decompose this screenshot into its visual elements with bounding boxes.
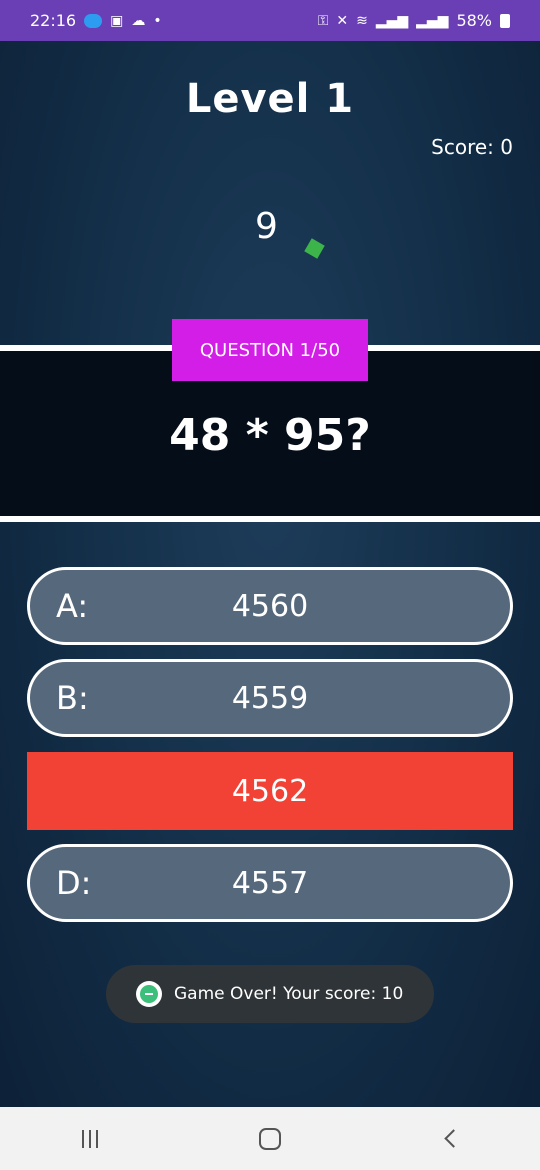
level-title: Level 1 [185,76,355,122]
toast-text: Game Over! Your score: 10 [174,984,404,1004]
signal-icon: ▂▄▆ [416,12,449,29]
answer-button-d[interactable]: D: 4557 [27,844,513,922]
question-counter: QUESTION 1/50 [172,319,368,381]
battery-icon [500,13,510,28]
timer-countdown: 9 [255,206,278,247]
recent-apps-button[interactable] [70,1119,110,1159]
battery-percent: 58% [456,11,492,30]
game-over-toast: Game Over! Your score: 10 [106,965,434,1023]
green-square-shape [304,238,325,259]
answer-value: 4559 [231,680,309,716]
answer-value: 4562 [231,773,309,809]
dot-icon: • [153,12,162,29]
home-icon [259,1127,281,1150]
answer-button-c-wrong[interactable]: 4562 [27,752,513,830]
answer-value: 4560 [231,588,309,624]
status-bar: 22:16 ▣ ☁ • ⚿ ✕ ≋ ▂▄▆ ▂▄▆ 58% [0,0,540,41]
wifi-icon: ≋ [356,12,368,29]
answer-letter: D: [56,864,92,902]
recent-apps-icon [82,1129,98,1148]
answer-button-b[interactable]: B: 4559 [27,659,513,737]
answer-button-a[interactable]: A: 4560 [27,567,513,645]
answer-value: 4557 [231,865,309,901]
score-label: Score: 0 [431,135,513,159]
vpn-key-icon [84,13,103,28]
gallery-icon: ▣ [110,12,124,29]
status-right: ⚿ ✕ ≋ ▂▄▆ ▂▄▆ 58% [318,11,510,30]
answer-letter: A: [56,587,89,625]
question-text: 48 * 95? [169,410,371,461]
mute-icon: ✕ [336,12,349,29]
cloud-icon: ☁ [131,12,146,29]
clock: 22:16 [30,11,77,30]
signal-icon: ▂▄▆ [375,12,409,29]
app-icon [136,981,162,1007]
back-button[interactable] [430,1119,470,1159]
navigation-bar [0,1107,540,1170]
key-icon: ⚿ [317,12,329,29]
status-left: 22:16 ▣ ☁ • [30,11,162,30]
home-button[interactable] [250,1119,290,1159]
answer-letter: B: [56,679,89,717]
back-icon [443,1129,463,1148]
